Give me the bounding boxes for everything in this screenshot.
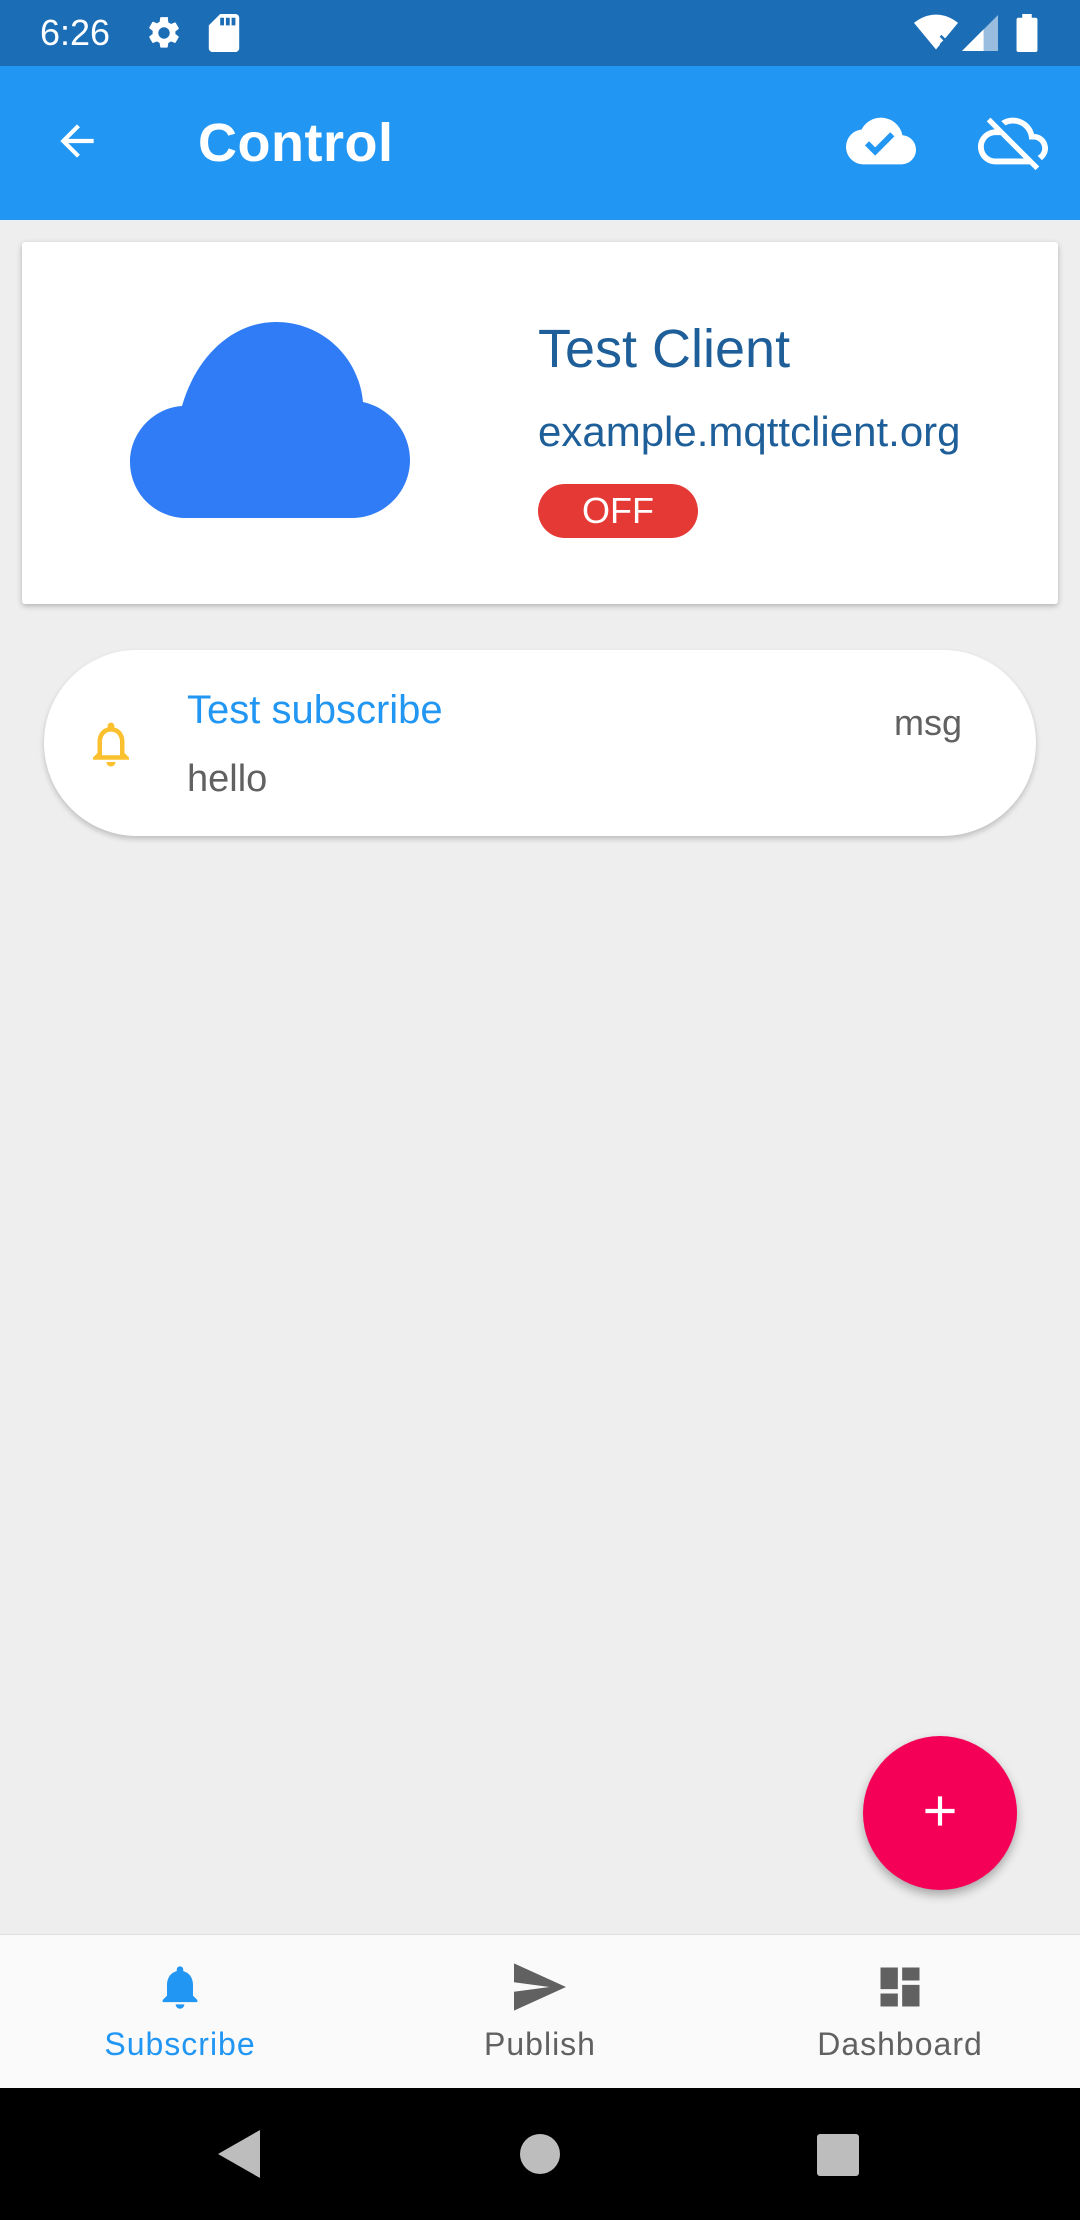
bell-icon [154,1961,206,2018]
back-button[interactable] [40,106,114,180]
dashboard-icon [874,1961,926,2018]
add-subscription-button[interactable] [863,1736,1017,1890]
nav-subscribe-label: Subscribe [104,2026,256,2062]
nav-publish-label: Publish [484,2026,596,2062]
connect-button[interactable] [840,102,922,184]
subscription-tag: msg [893,702,962,743]
status-time: 6:26 [40,12,111,53]
cloud-done-icon [846,106,916,181]
subscription-topic: Test subscribe [187,688,443,732]
status-badge: OFF [538,484,698,538]
sd-card-icon [208,14,240,57]
list-item[interactable]: Test subscribe hello msg [44,650,1036,836]
cloud-icon [130,322,410,523]
subscription-message: hello [187,758,268,800]
page-title: Control [198,113,394,173]
disconnect-button[interactable] [972,102,1054,184]
client-card[interactable]: Test Client example.mqttclient.org OFF [22,242,1058,604]
battery-icon [1016,14,1038,57]
home-circle-icon[interactable] [520,2134,560,2179]
wifi-icon [914,14,958,57]
cloud-off-icon [978,106,1048,181]
bottom-nav: Subscribe Publish Dashboard [0,1934,1080,2088]
status-bar: 6:26 [0,0,1080,66]
system-nav-bar [0,2088,1080,2220]
bell-outline-icon [84,716,138,777]
nav-dashboard[interactable]: Dashboard [720,1935,1080,2089]
app-bar: Control [0,66,1080,220]
nav-publish[interactable]: Publish [360,1935,720,2089]
recents-square-icon[interactable] [817,2134,859,2181]
signal-icon [962,14,998,57]
nav-dashboard-label: Dashboard [817,2026,983,2062]
arrow-back-icon [52,116,102,171]
plus-icon [915,1786,965,1841]
client-name: Test Client [538,319,791,379]
send-icon [510,1961,570,2018]
back-triangle-icon[interactable] [218,2130,260,2183]
settings-icon [145,14,183,57]
nav-subscribe[interactable]: Subscribe [0,1935,360,2089]
client-host: example.mqttclient.org [538,408,961,455]
